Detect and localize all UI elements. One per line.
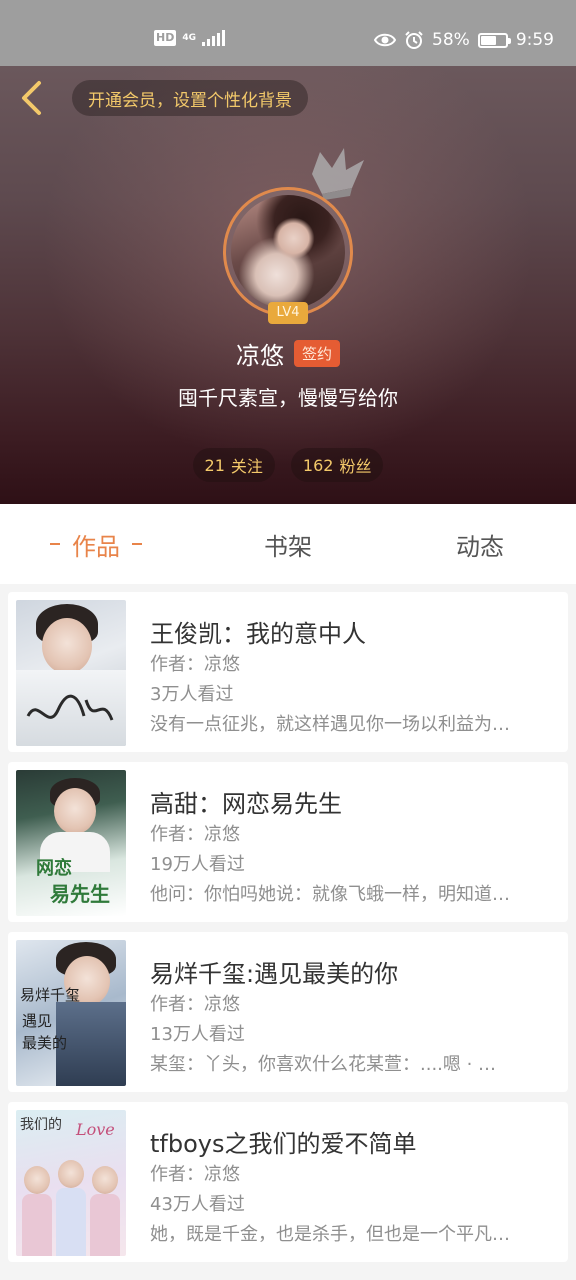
- book-views: 43万人看过: [150, 1194, 245, 1215]
- book-author: 作者：凉悠: [150, 1164, 240, 1185]
- book-description: 某玺：丫头，你喜欢什么花某萱：....嗯 · …: [150, 1054, 497, 1075]
- list-item[interactable]: 网恋 易先生 高甜：网恋易先生 作者：凉悠 19万人看过 他问：你怕吗她说：就像…: [8, 762, 568, 922]
- tab-bookshelf[interactable]: 书架: [192, 504, 384, 584]
- book-views: 3万人看过: [150, 684, 234, 705]
- following-count: 21: [204, 455, 225, 475]
- fans-count: 162: [302, 455, 334, 475]
- profile-tabs: 作品 书架 动态: [0, 504, 576, 584]
- battery-icon: [477, 32, 511, 48]
- status-bar: HD 4G 58% 9:59: [0, 0, 576, 66]
- book-cover: [16, 600, 126, 746]
- eye-icon: [374, 33, 397, 47]
- network-type: 4G: [182, 32, 196, 43]
- works-list: 王俊凯：我的意中人 作者：凉悠 3万人看过 没有一点征兆，就这样遇见你一场以利益…: [0, 584, 576, 1280]
- fans-label: 粉丝: [339, 457, 372, 476]
- book-views: 19万人看过: [150, 854, 245, 875]
- avatar-image: [231, 195, 345, 309]
- back-button[interactable]: [14, 78, 48, 118]
- alarm-icon: [405, 31, 423, 49]
- status-bar-left: HD 4G: [154, 30, 225, 46]
- user-name: 凉悠: [235, 342, 284, 370]
- book-cover: 网恋 易先生: [16, 770, 126, 916]
- tab-indicator-right: [132, 543, 142, 545]
- name-row: 凉悠 签约: [0, 336, 576, 371]
- book-author: 作者：凉悠: [150, 824, 240, 845]
- book-title: 易烊千玺:遇见最美的你: [150, 960, 399, 988]
- tab-bookshelf-label: 书架: [264, 532, 312, 561]
- stats-row: 21 关注 162 粉丝: [0, 448, 576, 482]
- book-author: 作者：凉悠: [150, 994, 240, 1015]
- crown-icon: [312, 148, 364, 200]
- vip-background-banner[interactable]: 开通会员，设置个性化背景: [72, 80, 308, 116]
- avatar[interactable]: [223, 187, 353, 317]
- tab-works-label: 作品: [72, 532, 120, 561]
- list-item[interactable]: 王俊凯：我的意中人 作者：凉悠 3万人看过 没有一点征兆，就这样遇见你一场以利益…: [8, 592, 568, 752]
- battery-percent: 58%: [432, 30, 470, 50]
- vip-banner-text: 开通会员，设置个性化背景: [88, 90, 292, 111]
- following-button[interactable]: 21 关注: [192, 448, 275, 482]
- status-bar-right: 58% 9:59: [374, 30, 554, 50]
- battery-fill: [480, 35, 496, 45]
- hd-icon: HD: [154, 30, 177, 46]
- tab-activity-label: 动态: [456, 532, 504, 561]
- book-views: 13万人看过: [150, 1024, 245, 1045]
- chevron-left-icon: [22, 81, 41, 115]
- clock: 9:59: [515, 30, 554, 50]
- book-cover: 我们的 Love: [16, 1110, 126, 1256]
- tab-activity[interactable]: 动态: [384, 504, 576, 584]
- book-title: 王俊凯：我的意中人: [150, 620, 366, 648]
- book-description: 他问：你怕吗她说：就像飞蛾一样，明知道…: [150, 884, 510, 905]
- signal-icon: [202, 30, 225, 46]
- tab-indicator-left: [50, 543, 60, 545]
- list-item[interactable]: 易烊千玺 遇见 最美的 易烊千玺:遇见最美的你 作者：凉悠 13万人看过 某玺：…: [8, 932, 568, 1092]
- book-title: tfboys之我们的爱不简单: [150, 1130, 417, 1158]
- following-label: 关注: [230, 457, 263, 476]
- user-bio: 囤千尺素宣，慢慢写给你: [178, 386, 398, 410]
- tab-works[interactable]: 作品: [0, 504, 192, 584]
- book-cover: 易烊千玺 遇见 最美的: [16, 940, 126, 1086]
- book-author: 作者：凉悠: [150, 654, 240, 675]
- book-title: 高甜：网恋易先生: [150, 790, 342, 818]
- profile-header: 开通会员，设置个性化背景 LV4 凉悠 签约 囤千尺素宣，慢慢写给你 21 关注…: [0, 66, 576, 504]
- level-badge: LV4: [268, 302, 308, 324]
- book-description: 她，既是千金，也是杀手，但也是一个平凡…: [150, 1224, 510, 1245]
- list-item[interactable]: 我们的 Love tfboys之我们的爱不简单 作者：凉悠 43万人看过 她，既…: [8, 1102, 568, 1262]
- signed-badge: 签约: [293, 340, 340, 367]
- fans-button[interactable]: 162 粉丝: [290, 448, 384, 482]
- book-description: 没有一点征兆，就这样遇见你一场以利益为…: [150, 714, 510, 735]
